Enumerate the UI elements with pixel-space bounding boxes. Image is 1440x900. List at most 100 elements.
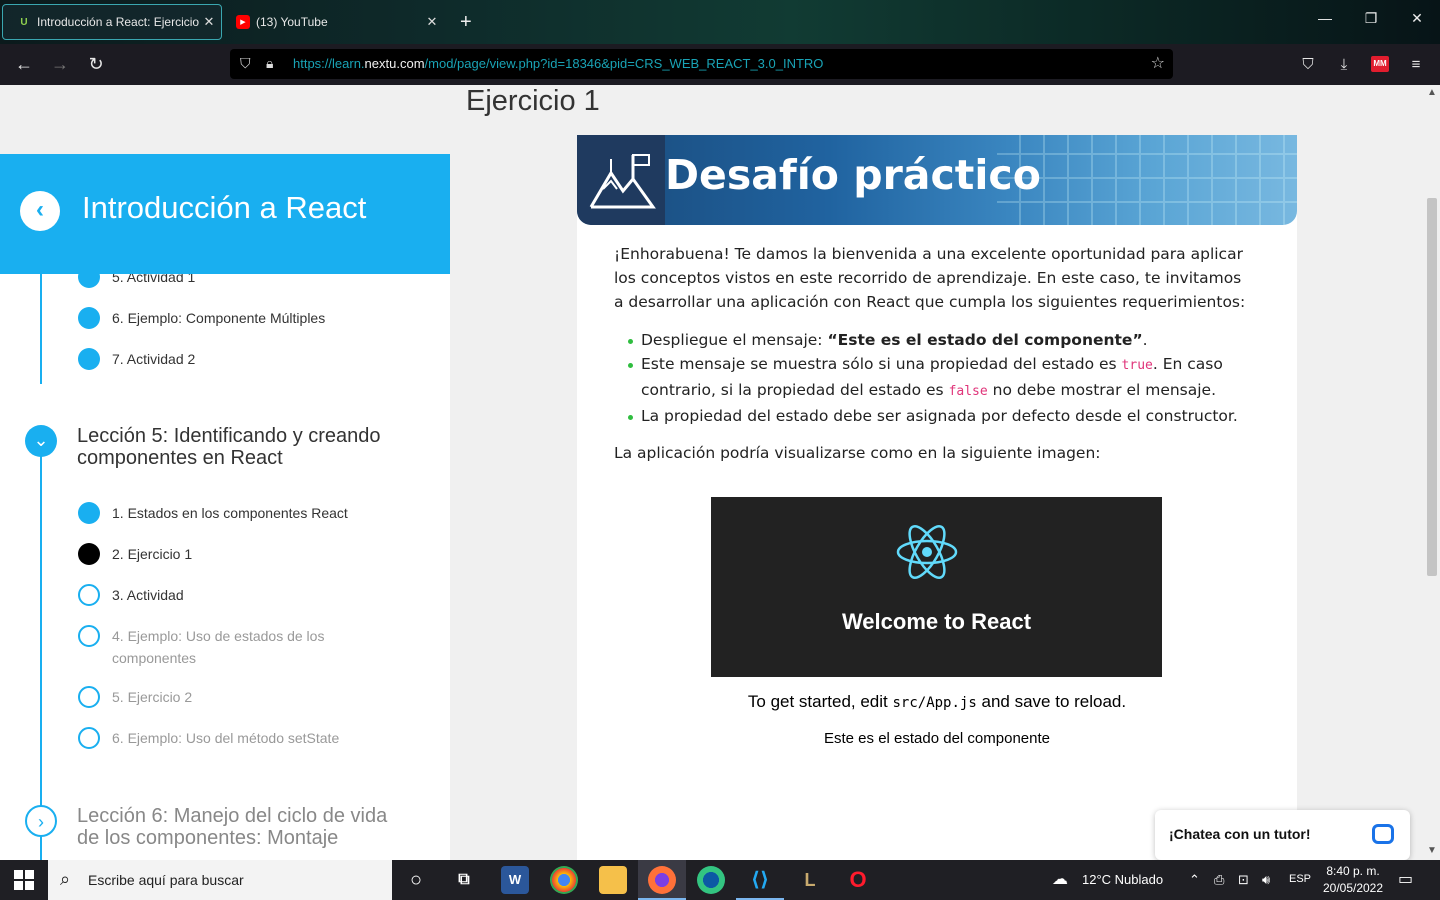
- nextu-favicon-icon: U: [20, 16, 28, 28]
- scroll-up-icon[interactable]: ▲: [1424, 87, 1440, 98]
- sidebar-item[interactable]: 1. Estados en los componentes React: [78, 502, 348, 524]
- react-app-preview: Welcome to React: [711, 497, 1162, 677]
- back-icon[interactable]: ←: [12, 52, 36, 76]
- clock-date: 20/05/2022: [1322, 881, 1384, 895]
- vscode-icon[interactable]: ⟨⟩: [746, 866, 774, 894]
- weather-text[interactable]: 12°C Nublado: [1082, 872, 1163, 887]
- tab-youtube[interactable]: ▶ (13) YouTube ✕: [232, 4, 444, 40]
- sidebar-item-label: 4. Ejemplo: Uso de estados de los compon…: [112, 628, 325, 666]
- meet-icon[interactable]: ⎙: [1214, 872, 1224, 888]
- sidebar-item-label: 2. Ejercicio 1: [112, 546, 193, 562]
- network-icon[interactable]: ⊡: [1238, 872, 1249, 888]
- opera-icon[interactable]: O: [844, 866, 872, 894]
- banner-title: Desafío práctico: [665, 151, 1041, 199]
- timeline-line: [40, 264, 42, 384]
- league-of-legends-icon[interactable]: L: [796, 866, 824, 894]
- page-scrollbar[interactable]: ▲ ▼: [1424, 85, 1440, 860]
- url-text[interactable]: https://learn.nextu.com/mod/page/view.ph…: [293, 56, 823, 71]
- clock[interactable]: 8:40 p. m. 20/05/2022: [1318, 863, 1388, 897]
- pocket-icon[interactable]: ⛉: [1297, 54, 1319, 76]
- restore-icon[interactable]: ❐: [1348, 10, 1394, 27]
- sidebar-item-label: 7. Actividad 2: [112, 351, 196, 367]
- file-explorer-icon[interactable]: [599, 866, 627, 894]
- new-tab-button[interactable]: +: [460, 10, 472, 34]
- content-card: Desafío práctico ¡Enhorabuena! Te damos …: [577, 135, 1297, 860]
- sidebar-item-current[interactable]: 2. Ejercicio 1: [78, 543, 192, 565]
- extension-icon[interactable]: MM: [1371, 56, 1389, 72]
- tab-close-icon[interactable]: ✕: [201, 14, 217, 30]
- requirements-list: Despliegue el mensaje: “Este es el estad…: [628, 328, 1241, 428]
- reload-icon[interactable]: ↻: [84, 52, 108, 76]
- bookmark-star-icon[interactable]: ☆: [1151, 53, 1165, 73]
- lesson-6-header[interactable]: › Lección 6: Manejo del ciclo de vida de…: [25, 805, 407, 849]
- volume-icon[interactable]: 🔊︎: [1262, 872, 1270, 888]
- react-start-text: To get started, edit src/App.js and save…: [747, 692, 1127, 711]
- status-dot: [78, 625, 100, 647]
- browser-tab-bar: U Introducción a React: Ejercicio 1 ✕ ▶ …: [0, 0, 1440, 44]
- list-item: Este mensaje se muestra sólo si una prop…: [628, 352, 1241, 404]
- sidebar-item-label: 6. Ejemplo: Componente Múltiples: [112, 310, 326, 326]
- react-state-text: Este es el estado del componente: [824, 730, 1050, 747]
- react-logo-icon: [896, 525, 958, 579]
- status-dot: [78, 307, 100, 329]
- course-sidebar: ‹ Introducción a React 5. Actividad 1 6.…: [0, 154, 450, 860]
- sidebar-item[interactable]: 5. Ejercicio 2: [78, 686, 192, 708]
- status-dot: [78, 543, 100, 565]
- close-window-icon[interactable]: ✕: [1394, 10, 1440, 27]
- chat-bubble-icon[interactable]: [1372, 824, 1394, 844]
- sidebar-item[interactable]: 3. Actividad: [78, 584, 184, 606]
- outro-paragraph: La aplicación podría visualizarse como e…: [614, 444, 1101, 462]
- language-indicator[interactable]: ESP: [1289, 873, 1311, 885]
- edge-icon[interactable]: [697, 866, 725, 894]
- chevron-down-icon[interactable]: ⌄: [25, 425, 57, 457]
- cloud-icon[interactable]: ☁: [1052, 869, 1068, 889]
- chrome-icon[interactable]: [550, 866, 578, 894]
- sidebar-item-label: 6. Ejemplo: Uso del método setState: [112, 730, 340, 746]
- search-placeholder: Escribe aquí para buscar: [88, 872, 244, 888]
- download-icon[interactable]: ⤓: [1333, 54, 1355, 76]
- status-dot: [78, 348, 100, 370]
- tab-title: (13) YouTube: [256, 15, 328, 29]
- sidebar-item[interactable]: 4. Ejemplo: Uso de estados de los compon…: [78, 625, 338, 669]
- tab-nextu[interactable]: U Introducción a React: Ejercicio 1 ✕: [2, 4, 222, 40]
- lesson-title: Lección 5: Identificando y creando compo…: [77, 425, 381, 469]
- sidebar-item[interactable]: 7. Actividad 2: [78, 348, 195, 370]
- chevron-right-icon[interactable]: ›: [25, 805, 57, 837]
- back-arrow-icon[interactable]: ‹: [20, 191, 60, 231]
- sidebar-item[interactable]: 6. Ejemplo: Componente Múltiples: [78, 307, 325, 329]
- sidebar-item-label: 3. Actividad: [112, 587, 184, 603]
- minimize-icon[interactable]: —: [1302, 10, 1348, 26]
- forward-icon[interactable]: →: [48, 52, 72, 76]
- chevron-up-icon[interactable]: ⌃: [1189, 872, 1200, 888]
- sidebar-item-label: 1. Estados en los componentes React: [112, 505, 348, 521]
- sidebar-header: ‹ Introducción a React: [0, 154, 450, 274]
- taskbar-search[interactable]: ⌕ Escribe aquí para buscar: [48, 860, 392, 900]
- lesson-5-header[interactable]: ⌄ Lección 5: Identificando y creando com…: [25, 425, 407, 469]
- task-view-icon[interactable]: ⧉: [450, 866, 478, 894]
- notifications-icon[interactable]: ▭: [1398, 869, 1413, 889]
- mountain-flag-icon: [577, 135, 665, 225]
- firefox-icon[interactable]: [648, 866, 676, 894]
- tab-close-icon[interactable]: ✕: [424, 14, 440, 30]
- list-item: Despliegue el mensaje: “Este es el estad…: [628, 328, 1241, 352]
- menu-icon[interactable]: ≡: [1405, 54, 1427, 76]
- sidebar-item-label: 5. Ejercicio 2: [112, 689, 193, 705]
- url-bar[interactable]: ⛉ 🔒︎ https://learn.nextu.com/mod/page/vi…: [230, 49, 1173, 79]
- cortana-icon[interactable]: ○: [402, 866, 430, 894]
- intro-paragraph: ¡Enhorabuena! Te damos la bienvenida a u…: [614, 245, 1246, 311]
- tab-title: Introducción a React: Ejercicio 1: [37, 15, 201, 29]
- search-icon: ⌕: [60, 869, 71, 889]
- sidebar-item[interactable]: 6. Ejemplo: Uso del método setState: [78, 727, 339, 749]
- page-title: Ejercicio 1: [466, 85, 600, 117]
- windows-start-icon[interactable]: [14, 870, 34, 890]
- chat-label: ¡Chatea con un tutor!: [1169, 826, 1311, 842]
- chat-widget[interactable]: ¡Chatea con un tutor!: [1155, 810, 1410, 860]
- scroll-down-icon[interactable]: ▼: [1424, 845, 1440, 856]
- lock-icon[interactable]: 🔒︎: [266, 55, 273, 72]
- challenge-banner: Desafío práctico: [577, 135, 1297, 225]
- shield-icon[interactable]: ⛉: [240, 55, 251, 72]
- word-icon[interactable]: W: [501, 866, 529, 894]
- scrollbar-thumb[interactable]: [1427, 198, 1437, 576]
- status-dot: [78, 584, 100, 606]
- react-welcome-text: Welcome to React: [841, 609, 1032, 634]
